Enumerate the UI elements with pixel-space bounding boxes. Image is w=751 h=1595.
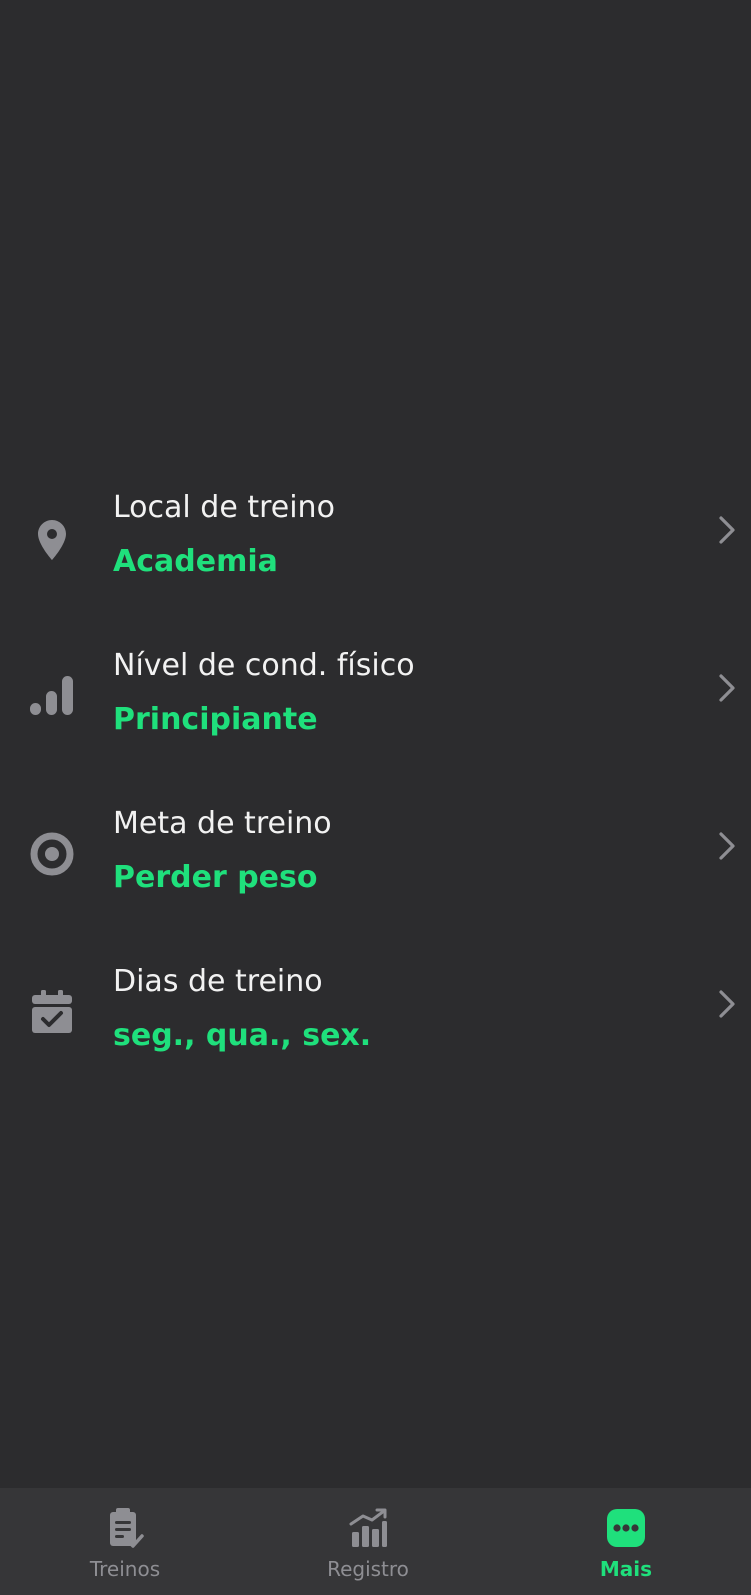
signal-bars-icon [30, 676, 73, 715]
chevron-right-icon [719, 674, 735, 702]
chevron-right-icon [719, 990, 735, 1018]
tab-registro[interactable]: Registro [243, 1488, 493, 1595]
setting-value: seg., qua., sex. [113, 1018, 372, 1053]
tab-mais[interactable]: Mais [501, 1488, 751, 1595]
setting-row-nivel-de-cond-fisico[interactable]: Nível de cond. físico Principiante [0, 648, 751, 788]
clipboard-check-icon [110, 1508, 144, 1548]
setting-value: Academia [113, 544, 278, 579]
tab-treinos[interactable]: Treinos [0, 1488, 250, 1595]
target-icon [30, 832, 74, 876]
tab-label: Mais [599, 1557, 653, 1581]
tab-label: Registro [327, 1557, 409, 1581]
calendar-check-icon [32, 990, 72, 1033]
setting-title: Meta de treino [113, 806, 332, 841]
setting-row-meta-de-treino[interactable]: Meta de treino Perder peso [0, 806, 751, 946]
setting-title: Nível de cond. físico [113, 648, 415, 683]
setting-title: Dias de treino [113, 964, 323, 999]
setting-row-local-de-treino[interactable]: Local de treino Academia [0, 490, 751, 630]
chart-trend-icon [349, 1508, 387, 1547]
tab-label: Treinos [89, 1557, 161, 1581]
setting-value: Perder peso [113, 860, 318, 895]
setting-title: Local de treino [113, 490, 335, 525]
chevron-right-icon [719, 516, 735, 544]
setting-row-dias-de-treino[interactable]: Dias de treino seg., qua., sex. [0, 964, 751, 1104]
bottom-tab-bar: Treinos Registro Mais [0, 1488, 751, 1595]
location-pin-icon [38, 520, 66, 560]
setting-value: Principiante [113, 702, 318, 737]
more-dots-icon [607, 1509, 645, 1547]
chevron-right-icon [719, 832, 735, 860]
